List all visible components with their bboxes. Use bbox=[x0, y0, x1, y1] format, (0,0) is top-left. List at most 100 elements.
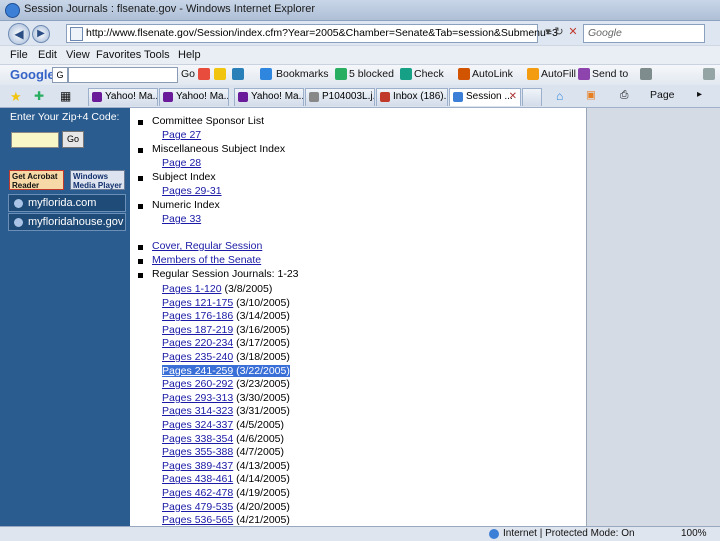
journal-row[interactable]: Pages 355-388 (4/7/2005) bbox=[162, 446, 284, 458]
settings-icon[interactable] bbox=[703, 68, 715, 80]
quick-tabs-icon[interactable]: ▦ bbox=[60, 89, 71, 103]
journal-pages-link[interactable]: Pages 187-219 bbox=[162, 324, 233, 336]
new-tab-button[interactable] bbox=[522, 88, 542, 106]
check-button[interactable]: Check bbox=[414, 68, 444, 80]
stop-icon[interactable]: ✕ bbox=[566, 25, 580, 39]
pencil-icon[interactable] bbox=[640, 68, 652, 80]
journal-row[interactable]: Pages 260-292 (3/23/2005) bbox=[162, 378, 290, 390]
url-input[interactable]: http://www.flsenate.gov/Session/index.cf… bbox=[66, 24, 558, 43]
google-menu-button[interactable]: G bbox=[52, 67, 68, 83]
journal-row[interactable]: Pages 187-219 (3/16/2005) bbox=[162, 324, 290, 336]
journal-pages-link[interactable]: Pages 438-461 bbox=[162, 473, 233, 485]
journal-pages-link[interactable]: Pages 536-565 bbox=[162, 514, 233, 526]
popup-blocked-button[interactable]: 5 blocked bbox=[349, 68, 394, 80]
yahoo-icon bbox=[238, 92, 248, 102]
zip-input[interactable] bbox=[11, 132, 59, 148]
tab-6[interactable]: Session ... ✕ bbox=[449, 88, 521, 106]
journal-row[interactable]: Pages 235-240 (3/18/2005) bbox=[162, 351, 290, 363]
myfloridahouse-link[interactable]: myfloridahouse.gov bbox=[8, 213, 126, 231]
journal-row[interactable]: Pages 389-437 (4/13/2005) bbox=[162, 460, 290, 472]
back-button[interactable]: ◀ bbox=[8, 23, 30, 45]
journal-row[interactable]: Pages 241-259 (3/22/2005) bbox=[162, 364, 290, 377]
journal-pages-link[interactable]: Pages 324-337 bbox=[162, 419, 233, 431]
feeds-icon[interactable]: ▣ bbox=[586, 89, 596, 101]
tab-5[interactable]: Inbox (186)... bbox=[376, 88, 448, 106]
forward-button[interactable]: ▶ bbox=[32, 25, 50, 43]
section-page-link[interactable]: Pages 29-31 bbox=[162, 185, 222, 197]
search-input[interactable]: Google bbox=[583, 24, 705, 43]
journal-row[interactable]: Pages 324-337 (4/5/2005) bbox=[162, 419, 284, 431]
members-link[interactable]: Members of the Senate bbox=[152, 254, 261, 266]
journal-row[interactable]: Pages 121-175 (3/10/2005) bbox=[162, 297, 290, 309]
sendto-button[interactable]: Send to bbox=[592, 68, 628, 80]
menu-view[interactable]: View bbox=[66, 49, 90, 61]
autofill-icon[interactable] bbox=[527, 68, 539, 80]
right-blank-area bbox=[587, 108, 720, 534]
journal-pages-link[interactable]: Pages 241-259 bbox=[162, 365, 233, 377]
journal-pages-link[interactable]: Pages 314-323 bbox=[162, 405, 233, 417]
journal-pages-link[interactable]: Pages 479-535 bbox=[162, 501, 233, 513]
tab-3[interactable]: Yahoo! Ma... bbox=[234, 88, 304, 106]
tab-4[interactable]: P104003L.j... bbox=[305, 88, 375, 106]
journal-pages-link[interactable]: Pages 338-354 bbox=[162, 433, 233, 445]
section-page-link[interactable]: Page 28 bbox=[162, 157, 201, 169]
journal-row[interactable]: Pages 338-354 (4/6/2005) bbox=[162, 433, 284, 445]
windows-media-player-button[interactable]: Windows Media Player bbox=[70, 170, 125, 190]
journal-row[interactable]: Pages 220-234 (3/17/2005) bbox=[162, 337, 290, 349]
menu-tools[interactable]: Tools bbox=[144, 49, 170, 61]
zoom-level[interactable]: 100% bbox=[681, 528, 707, 539]
journal-row[interactable]: Pages 293-313 (3/30/2005) bbox=[162, 392, 290, 404]
journal-pages-link[interactable]: Pages 220-234 bbox=[162, 337, 233, 349]
journal-row[interactable]: Pages 536-565 (4/21/2005) bbox=[162, 514, 290, 526]
google-icon-2[interactable] bbox=[214, 68, 226, 80]
popup-blocker-icon[interactable] bbox=[335, 68, 347, 80]
journal-pages-link[interactable]: Pages 235-240 bbox=[162, 351, 233, 363]
menu-help[interactable]: Help bbox=[178, 49, 201, 61]
zip-label: Enter Your Zip+4 Code: bbox=[10, 111, 120, 123]
google-go-button[interactable]: Go bbox=[181, 68, 195, 80]
journal-pages-link[interactable]: Pages 121-175 bbox=[162, 297, 233, 309]
print-icon[interactable]: ⎙ bbox=[620, 89, 628, 102]
journal-row[interactable]: Pages 479-535 (4/20/2005) bbox=[162, 501, 290, 513]
journal-pages-link[interactable]: Pages 355-388 bbox=[162, 446, 233, 458]
google-icon-1[interactable] bbox=[198, 68, 210, 80]
bookmarks-button[interactable]: Bookmarks bbox=[276, 68, 329, 80]
journal-pages-link[interactable]: Pages 176-186 bbox=[162, 310, 233, 322]
journal-row[interactable]: Pages 438-461 (4/14/2005) bbox=[162, 473, 290, 485]
google-search-input[interactable] bbox=[68, 67, 178, 83]
get-acrobat-reader-button[interactable]: Get Acrobat Reader bbox=[9, 170, 64, 190]
close-tab-icon[interactable]: ✕ bbox=[509, 91, 517, 102]
tools-menu-button[interactable]: ▸ bbox=[697, 89, 702, 100]
menu-edit[interactable]: Edit bbox=[38, 49, 57, 61]
menu-favorites[interactable]: Favorites bbox=[96, 49, 141, 61]
journal-row[interactable]: Pages 314-323 (3/31/2005) bbox=[162, 405, 290, 417]
section-page-link[interactable]: Page 27 bbox=[162, 129, 201, 141]
autofill-button[interactable]: AutoFill bbox=[541, 68, 576, 80]
home-icon[interactable]: ⌂ bbox=[556, 89, 563, 103]
myflorida-link[interactable]: myflorida.com bbox=[8, 194, 126, 212]
add-favorites-icon[interactable]: ✚ bbox=[34, 89, 44, 103]
section-page-link[interactable]: Page 33 bbox=[162, 213, 201, 225]
refresh-icon[interactable]: ↻ bbox=[552, 25, 566, 39]
spellcheck-icon[interactable] bbox=[400, 68, 412, 80]
zip-go-button[interactable]: Go bbox=[62, 131, 84, 148]
sendto-icon[interactable] bbox=[578, 68, 590, 80]
journal-row[interactable]: Pages 462-478 (4/19/2005) bbox=[162, 487, 290, 499]
journal-pages-link[interactable]: Pages 1-120 bbox=[162, 283, 222, 295]
journal-row[interactable]: Pages 176-186 (3/14/2005) bbox=[162, 310, 290, 322]
tab-1[interactable]: Yahoo! Ma... bbox=[88, 88, 158, 106]
autolink-icon[interactable] bbox=[458, 68, 470, 80]
star-icon[interactable] bbox=[260, 68, 272, 80]
journal-pages-link[interactable]: Pages 260-292 bbox=[162, 378, 233, 390]
journal-row[interactable]: Pages 1-120 (3/8/2005) bbox=[162, 283, 272, 295]
autolink-button[interactable]: AutoLink bbox=[472, 68, 513, 80]
page-menu-button[interactable]: Page bbox=[650, 89, 675, 101]
journal-pages-link[interactable]: Pages 293-313 bbox=[162, 392, 233, 404]
cover-link[interactable]: Cover, Regular Session bbox=[152, 240, 262, 252]
pagerank-icon[interactable] bbox=[232, 68, 244, 80]
favorites-star-icon[interactable]: ★ bbox=[10, 89, 22, 105]
menu-file[interactable]: File bbox=[10, 49, 28, 61]
journal-pages-link[interactable]: Pages 389-437 bbox=[162, 460, 233, 472]
journal-pages-link[interactable]: Pages 462-478 bbox=[162, 487, 233, 499]
tab-2[interactable]: Yahoo! Ma... bbox=[159, 88, 229, 106]
